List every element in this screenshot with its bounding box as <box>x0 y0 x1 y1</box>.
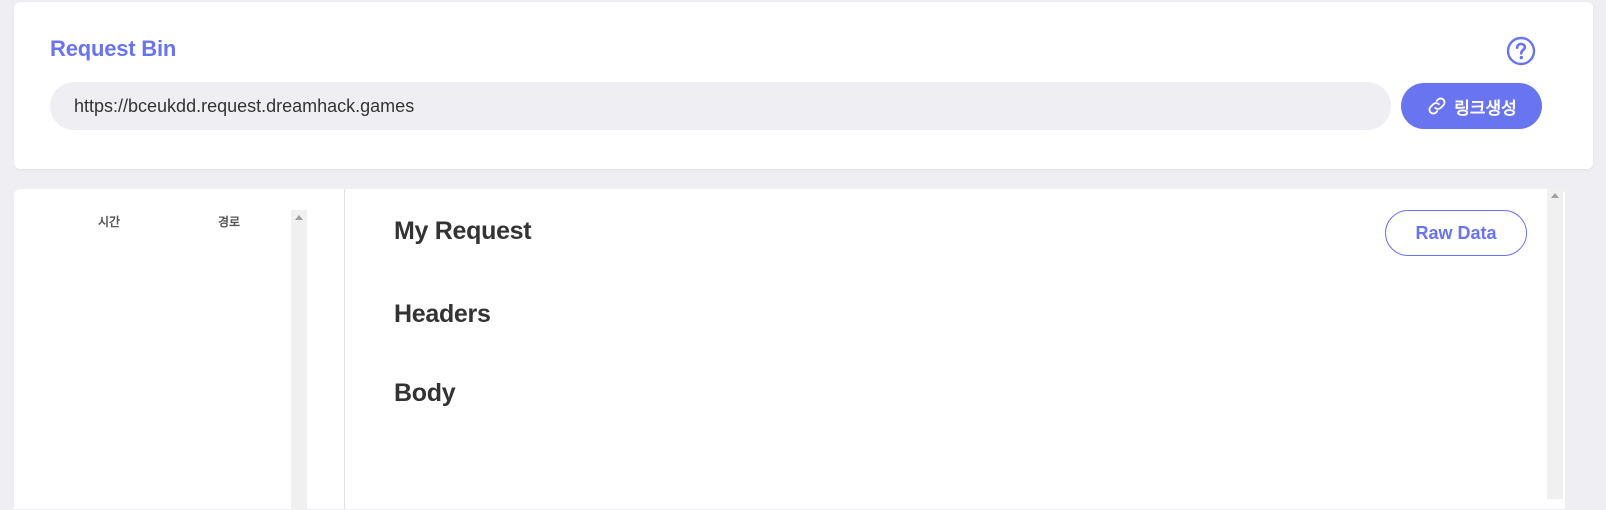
generate-link-button[interactable]: 링크생성 <box>1401 83 1542 129</box>
request-url-input[interactable] <box>50 82 1391 130</box>
page-scrollbar[interactable] <box>1547 189 1563 499</box>
raw-data-button[interactable]: Raw Data <box>1385 210 1527 256</box>
column-header-time[interactable]: 시간 <box>98 213 120 230</box>
headers-section-title: Headers <box>394 300 491 328</box>
column-header-path[interactable]: 경로 <box>218 213 240 230</box>
request-list-panel: 시간 경로 <box>14 189 345 510</box>
request-detail-title: My Request <box>394 217 532 245</box>
request-bin-header-card: Request Bin 링크생성 <box>14 2 1593 169</box>
app-title: Request Bin <box>50 36 177 61</box>
request-viewer-card: 시간 경로 My Request Raw Data Headers Body <box>14 189 1565 510</box>
scroll-up-arrow-icon[interactable] <box>295 215 303 220</box>
body-section-title: Body <box>394 379 456 407</box>
request-list-scrollbar[interactable] <box>291 210 307 510</box>
generate-link-label: 링크생성 <box>1454 98 1517 119</box>
link-icon <box>1428 97 1446 115</box>
question-circle-icon[interactable] <box>1506 36 1536 66</box>
scroll-up-arrow-icon[interactable] <box>1551 193 1559 198</box>
